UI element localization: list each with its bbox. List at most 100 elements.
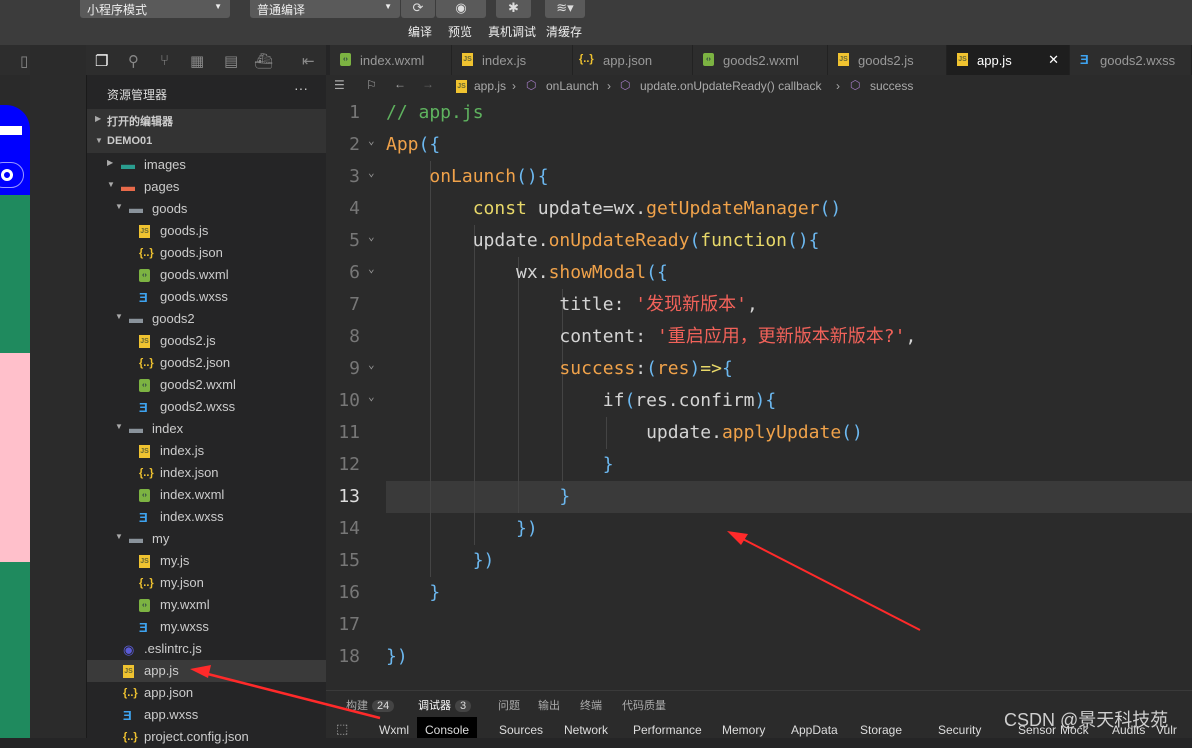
breadcrumb-success[interactable]: success bbox=[870, 79, 913, 93]
docker-icon[interactable]: ⛴ bbox=[254, 52, 273, 70]
tree-item-index-json[interactable]: {..} index.json bbox=[87, 462, 327, 484]
wxml-file-icon: ‹› bbox=[340, 53, 351, 66]
tree-item-my-json[interactable]: {..} my.json bbox=[87, 572, 327, 594]
tree-item-my[interactable]: ▼ ▬ my bbox=[87, 528, 327, 550]
search-icon[interactable]: ⚲ bbox=[128, 52, 139, 70]
bookmark-icon[interactable]: ⚐ bbox=[366, 78, 377, 92]
devtools-tab-sources[interactable]: Sources bbox=[499, 723, 543, 737]
tree-item-goods2-wxml[interactable]: ‹› goods2.wxml bbox=[87, 374, 327, 396]
tab-index-wxml[interactable]: ‹› index.wxml bbox=[330, 45, 452, 75]
clear-cache-button[interactable]: 清缓存 bbox=[546, 23, 582, 40]
tree-item-index-js[interactable]: JS index.js bbox=[87, 440, 327, 462]
more-icon[interactable]: ··· bbox=[294, 80, 308, 96]
compile-mode-select[interactable]: 普通编译 ▼ bbox=[250, 0, 400, 18]
tab-goods2-wxss[interactable]: Ǝgoods2.wxss bbox=[1070, 45, 1192, 75]
layers-icon[interactable]: ≋▾ bbox=[545, 0, 585, 18]
breadcrumb-onlaunch[interactable]: onLaunch bbox=[546, 79, 599, 93]
code-token: } bbox=[559, 486, 571, 507]
tab-goods2-wxml[interactable]: ‹› goods2.wxml bbox=[693, 45, 828, 75]
panel-tab-2[interactable]: 问题 bbox=[498, 697, 520, 713]
tree-item-goods2-js[interactable]: JS goods2.js bbox=[87, 330, 327, 352]
open-editors-section[interactable]: ▶ 打开的编辑器 bbox=[87, 109, 327, 131]
breadcrumb-file[interactable]: app.js bbox=[474, 79, 506, 93]
tree-item-goods2-wxss[interactable]: Ǝgoods2.wxss bbox=[87, 396, 327, 418]
files-icon[interactable]: ❐ bbox=[95, 52, 108, 70]
tree-item-goods-js[interactable]: JS goods.js bbox=[87, 220, 327, 242]
tree-item-app-wxss[interactable]: Ǝapp.wxss bbox=[87, 704, 327, 726]
code-token: applyUpdate bbox=[721, 422, 842, 443]
tree-item-app-json[interactable]: {..} app.json bbox=[87, 682, 327, 704]
fold-chevron-icon[interactable]: ⌄ bbox=[368, 125, 375, 157]
tree-item-goods[interactable]: ▼ ▬ goods bbox=[87, 198, 327, 220]
project-section[interactable]: ▼ DEMO01 bbox=[87, 131, 327, 153]
tree-item-goods-wxss[interactable]: Ǝgoods.wxss bbox=[87, 286, 327, 308]
back-icon[interactable]: ← bbox=[394, 77, 406, 91]
line-number: 1 bbox=[349, 102, 360, 123]
mode-select[interactable]: 小程序模式 ▼ bbox=[80, 0, 230, 18]
js-file-icon: JS bbox=[838, 53, 849, 66]
tree-item-index[interactable]: ▼ ▬ index bbox=[87, 418, 327, 440]
fold-chevron-icon[interactable]: ⌄ bbox=[368, 221, 375, 253]
list-icon[interactable]: ☰ bbox=[334, 78, 345, 92]
tree-item--eslintrc-js[interactable]: ◉ .eslintrc.js bbox=[87, 638, 327, 660]
editor-tabs: ‹› index.wxml JS index.js {..} app.json ‹› good… bbox=[330, 45, 1192, 75]
panel-tab-0[interactable]: 构建 24 bbox=[346, 697, 395, 713]
fold-chevron-icon[interactable]: ⌄ bbox=[368, 349, 375, 381]
tree-item-app-js[interactable]: JS app.js bbox=[87, 660, 327, 682]
bug-icon[interactable]: ✱ bbox=[496, 0, 531, 18]
breadcrumb-callback[interactable]: update.onUpdateReady() callback bbox=[640, 79, 821, 93]
panel-tab-5[interactable]: 代码质量 bbox=[622, 697, 666, 713]
tree-item-index-wxml[interactable]: ‹› index.wxml bbox=[87, 484, 327, 506]
real-debug-button[interactable]: 真机调试 bbox=[488, 23, 536, 40]
panel-tab-3[interactable]: 输出 bbox=[538, 697, 560, 713]
code-token: , bbox=[905, 326, 917, 347]
fold-chevron-icon[interactable]: ⌄ bbox=[368, 253, 375, 285]
devtools-tab-memory[interactable]: Memory bbox=[722, 723, 765, 737]
devtools-tab-network[interactable]: Network bbox=[564, 723, 608, 737]
save-icon[interactable]: ▤ bbox=[224, 52, 238, 70]
tab-app-json[interactable]: {..} app.json bbox=[573, 45, 693, 75]
devtools-tab-performance[interactable]: Performance bbox=[633, 723, 702, 737]
devtools-tab-appdata[interactable]: AppData bbox=[791, 723, 838, 737]
tab-label: index.js bbox=[482, 53, 527, 68]
tab-goods2-js[interactable]: JS goods2.js bbox=[828, 45, 947, 75]
tree-item-goods-wxml[interactable]: ‹› goods.wxml bbox=[87, 264, 327, 286]
preview-button[interactable]: 预览 bbox=[448, 23, 472, 40]
tree-item-goods2[interactable]: ▼ ▬ goods2 bbox=[87, 308, 327, 330]
fold-chevron-icon[interactable]: ⌄ bbox=[368, 157, 375, 189]
tree-item-project-config-json[interactable]: {..} project.config.json bbox=[87, 726, 327, 748]
devtools-tab-storage[interactable]: Storage bbox=[860, 723, 902, 737]
extensions-icon[interactable]: ▦ bbox=[190, 52, 204, 70]
tree-item-goods2-json[interactable]: {..} goods2.json bbox=[87, 352, 327, 374]
panel-tab-1[interactable]: 调试器 3 bbox=[418, 697, 472, 719]
inspect-icon[interactable]: ⬚ bbox=[336, 721, 348, 737]
tree-item-my-wxss[interactable]: Ǝmy.wxss bbox=[87, 616, 327, 638]
devtools-tab-wxml[interactable]: Wxml bbox=[379, 723, 409, 737]
tab-app-js[interactable]: JS app.js ✕ bbox=[947, 45, 1070, 75]
compile-button[interactable]: 编译 bbox=[408, 23, 432, 40]
refresh-icon[interactable]: ⟳ bbox=[401, 0, 435, 18]
panel-tab-4[interactable]: 终端 bbox=[580, 697, 602, 713]
tree-item-pages[interactable]: ▼ ▬ pages bbox=[87, 176, 327, 198]
json-file-icon: {..} bbox=[139, 467, 154, 479]
code-editor[interactable]: ☰ ⚐ ← → JS app.js › ⬡ onLaunch › ⬡ updat… bbox=[326, 75, 1192, 690]
phone-icon[interactable]: ▯ bbox=[20, 52, 28, 70]
tree-item-my-wxml[interactable]: ‹› my.wxml bbox=[87, 594, 327, 616]
tree-item-goods-json[interactable]: {..} goods.json bbox=[87, 242, 327, 264]
tree-item-images[interactable]: ▶ ▬ images bbox=[87, 154, 327, 176]
eye-icon[interactable]: ◉ bbox=[436, 0, 486, 18]
collapse-panel-icon[interactable]: ⇤ bbox=[302, 52, 315, 70]
devtools-tab-security[interactable]: Security bbox=[938, 723, 981, 737]
tree-item-index-wxss[interactable]: Ǝindex.wxss bbox=[87, 506, 327, 528]
git-branch-icon[interactable]: ⑂ bbox=[160, 52, 169, 69]
line-number: 9 bbox=[349, 358, 360, 379]
tab-index-js[interactable]: JS index.js bbox=[452, 45, 573, 75]
devtools-tab-console[interactable]: Console bbox=[417, 717, 478, 738]
code-token: } bbox=[429, 582, 441, 603]
forward-icon[interactable]: → bbox=[422, 77, 434, 91]
fold-chevron-icon[interactable]: ⌄ bbox=[368, 381, 375, 413]
close-icon[interactable]: ✕ bbox=[1048, 52, 1059, 68]
capsule-button[interactable] bbox=[0, 162, 24, 188]
tree-item-my-js[interactable]: JS my.js bbox=[87, 550, 327, 572]
